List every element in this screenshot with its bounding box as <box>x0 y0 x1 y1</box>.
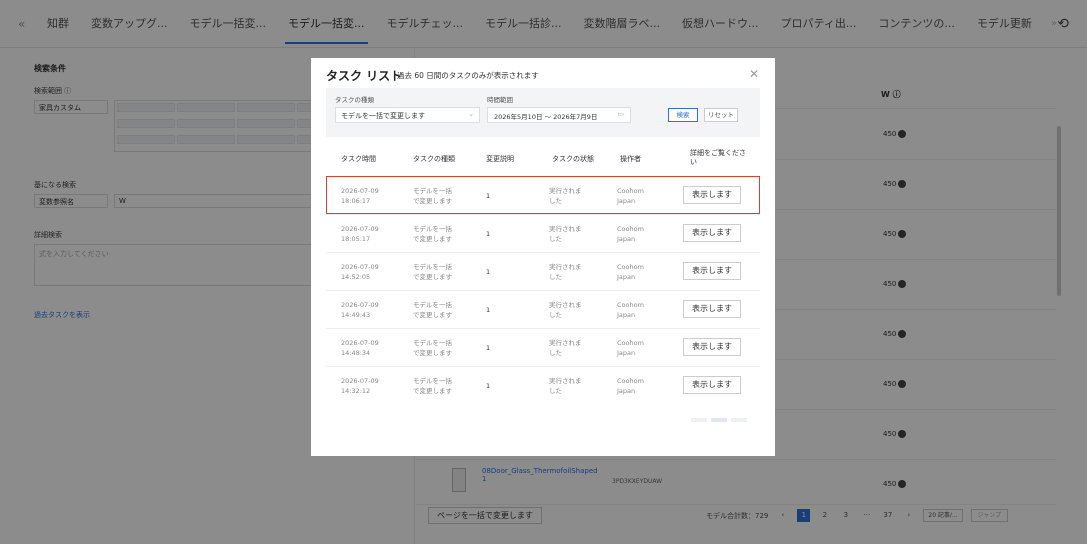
task-row: 2026-07-09 14:49:43 モデルを一括 で変更します 1 実行されまし… <box>326 290 760 328</box>
task-type: モデルを一括 で変更します <box>413 263 452 281</box>
task-type-label: タスクの種類 <box>335 96 374 104</box>
modal-prev-page[interactable] <box>691 418 707 422</box>
date-range-picker[interactable]: 2026年5月10日 ～ 2026年7月9日 ▭ <box>487 107 631 123</box>
operator: Coohom Japan <box>617 225 644 243</box>
modal-title: タスク リスト <box>326 69 403 83</box>
view-details-button[interactable]: 表示します <box>683 262 741 280</box>
col-details: 詳細をご覧ください <box>690 149 746 166</box>
task-time: 2026-07-09 14:48:34 <box>341 339 379 357</box>
modal-subtitle: 過去 60 日間のタスクのみが表示されます <box>397 71 539 80</box>
view-details-button[interactable]: 表示します <box>683 186 741 204</box>
modal-next-page[interactable] <box>731 418 747 422</box>
task-time: 2026-07-09 14:52:05 <box>341 263 379 281</box>
task-type: モデルを一括 で変更します <box>413 377 452 395</box>
task-row: 2026-07-09 18:05:17 モデルを一括 で変更します 1 実行されまし… <box>326 214 760 252</box>
operator: Coohom Japan <box>617 263 644 281</box>
task-row: 2026-07-09 14:32:12 モデルを一括 で変更します 1 実行されまし… <box>326 366 760 404</box>
change-desc: 1 <box>486 230 491 238</box>
modal-current-page[interactable] <box>711 418 727 422</box>
task-table: タスク時間 タスクの種類 変更説明 タスクの状態 操作者 詳細をご覧ください 2… <box>326 146 760 404</box>
time-range-label: 時間範囲 <box>487 96 513 104</box>
task-status: 実行されま した <box>549 187 582 205</box>
task-status: 実行されま した <box>549 225 582 243</box>
task-list-modal: タスク リスト 過去 60 日間のタスクのみが表示されます ✕ タスクの種類 時… <box>311 58 775 456</box>
modal-pagination <box>691 418 747 422</box>
search-button[interactable]: 検索 <box>668 108 698 122</box>
operator: Coohom Japan <box>617 339 644 357</box>
task-row: 2026-07-09 14:48:34 モデルを一括 で変更します 1 実行されまし… <box>326 328 760 366</box>
task-status: 実行されま した <box>549 301 582 319</box>
task-time: 2026-07-09 14:49:43 <box>341 301 379 319</box>
task-row: 2026-07-09 18:06:17 モデルを一括 で変更します 1 実行されまし… <box>326 176 760 214</box>
change-desc: 1 <box>486 344 491 352</box>
operator: Coohom Japan <box>617 377 644 395</box>
change-desc: 1 <box>486 192 491 200</box>
task-time: 2026-07-09 14:32:12 <box>341 377 379 395</box>
view-details-button[interactable]: 表示します <box>683 300 741 318</box>
close-icon[interactable]: ✕ <box>749 67 759 81</box>
task-status: 実行されま した <box>549 339 582 357</box>
change-desc: 1 <box>486 382 491 390</box>
view-details-button[interactable]: 表示します <box>683 376 741 394</box>
col-task-type: タスクの種類 <box>413 155 455 163</box>
task-type: モデルを一括 で変更します <box>413 225 452 243</box>
operator: Coohom Japan <box>617 301 644 319</box>
change-desc: 1 <box>486 268 491 276</box>
calendar-icon: ▭ <box>617 110 624 118</box>
task-type: モデルを一括 で変更します <box>413 301 452 319</box>
task-status: 実行されま した <box>549 377 582 395</box>
task-type: モデルを一括 で変更します <box>413 339 452 357</box>
task-row: 2026-07-09 14:52:05 モデルを一括 で変更します 1 実行されまし… <box>326 252 760 290</box>
col-change-desc: 変更説明 <box>486 155 514 163</box>
col-task-status: タスクの状態 <box>552 155 594 163</box>
col-operator: 操作者 <box>620 155 641 163</box>
operator: Coohom Japan <box>617 187 644 205</box>
change-desc: 1 <box>486 306 491 314</box>
task-table-header: タスク時間 タスクの種類 変更説明 タスクの状態 操作者 詳細をご覧ください <box>326 146 760 176</box>
reset-button[interactable]: リセット <box>704 108 738 122</box>
task-status: 実行されま した <box>549 263 582 281</box>
task-type: モデルを一括 で変更します <box>413 187 452 205</box>
task-time: 2026-07-09 18:06:17 <box>341 187 379 205</box>
col-task-time: タスク時間 <box>341 155 376 163</box>
view-details-button[interactable]: 表示します <box>683 224 741 242</box>
chevron-down-icon: ⌄ <box>468 110 474 118</box>
task-filter-bar: タスクの種類 時間範囲 モデルを一括で変更します ⌄ 2026年5月10日 ～ … <box>326 88 760 137</box>
task-time: 2026-07-09 18:05:17 <box>341 225 379 243</box>
view-details-button[interactable]: 表示します <box>683 338 741 356</box>
task-type-select[interactable]: モデルを一括で変更します ⌄ <box>335 107 480 123</box>
